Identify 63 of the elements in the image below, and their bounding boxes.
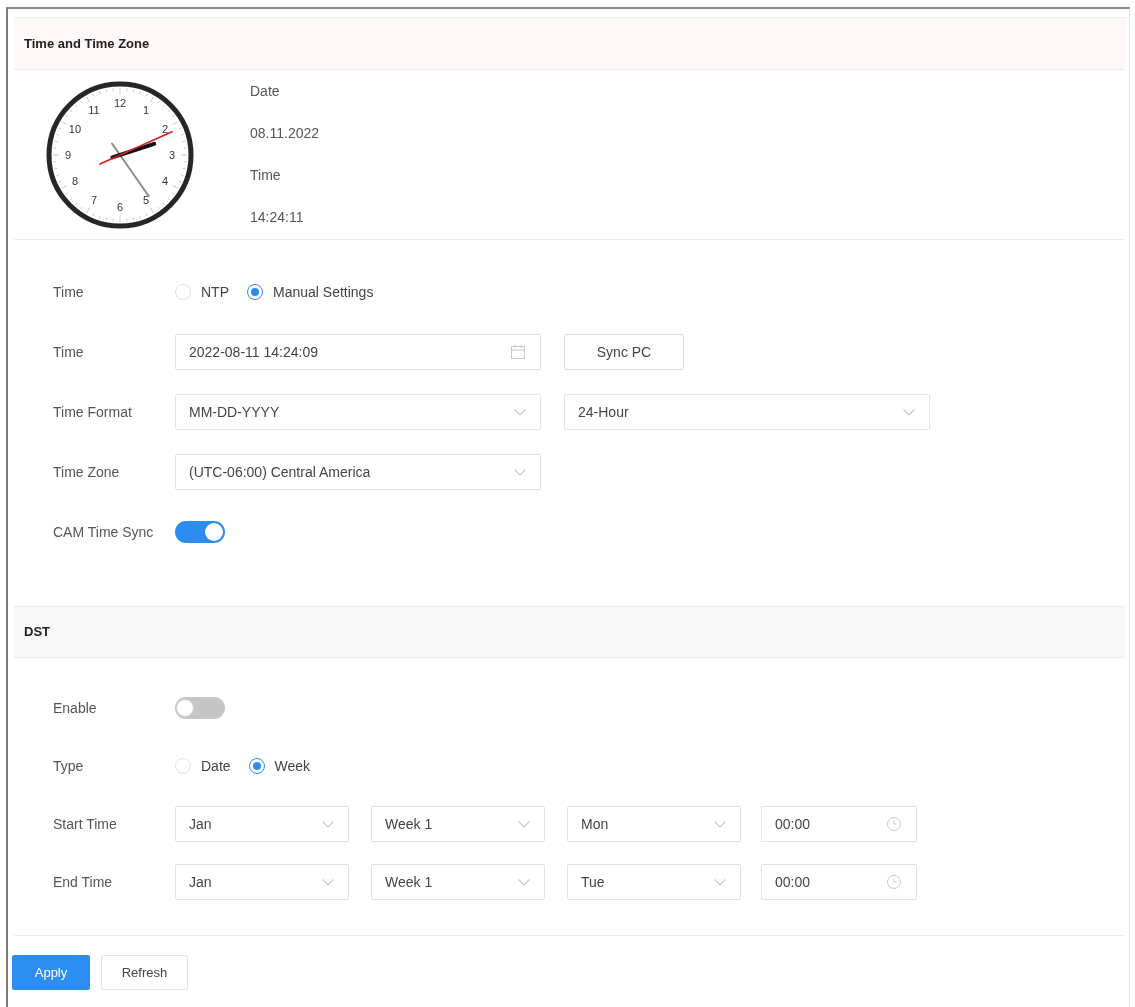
dropdown[interactable]: 24-Hour [564,394,930,430]
clock-icon [887,817,901,831]
time-value: 14:24:11 [250,208,305,227]
chevron-down-icon [514,408,526,416]
clock-numeral: 7 [90,194,98,207]
dropdown[interactable]: Week 1 [371,864,545,900]
field-label: End Time [53,872,114,892]
radio-option[interactable]: Week [248,755,311,777]
clock-numeral: 9 [64,149,72,161]
chevron-down-icon [514,468,526,476]
time-field[interactable]: 00:00 [761,864,917,900]
chevron-down-icon [322,878,334,886]
dropdown[interactable]: Jan [175,806,349,842]
chevron-down-icon [518,820,530,828]
clock-numeral: 11 [88,103,100,116]
chevron-down-icon [714,820,726,828]
dropdown[interactable]: MM-DD-YYYY [175,394,541,430]
toggle-switch[interactable] [175,521,225,543]
info-label: Time [250,166,282,185]
radio-option[interactable]: Date [175,755,231,777]
field-label: Time Zone [53,462,121,482]
refresh-button[interactable]: Refresh [101,955,188,990]
field-label: CAM Time Sync [53,522,155,542]
clock-numeral: 1 [142,103,150,116]
field-label: Start Time [53,814,118,834]
time-field[interactable]: 00:00 [761,806,917,842]
minute-hand [110,142,150,197]
dropdown[interactable]: Tue [567,864,741,900]
clock-numeral: 4 [161,175,169,187]
hour-hand [110,141,157,160]
radio-icon[interactable] [247,284,263,300]
chevron-down-icon [714,878,726,886]
dropdown[interactable]: Jan [175,864,349,900]
section-title: DST [24,623,50,642]
clock-numeral: 5 [142,194,150,207]
clock-icon [887,875,901,889]
field-label: Enable [53,698,98,718]
radio-option[interactable]: NTP [175,281,229,303]
field-label: Type [53,756,85,776]
sync-pc-button[interactable]: Sync PC [564,334,684,370]
calendar-icon [511,345,525,359]
section-title: Time and Time Zone [24,34,150,53]
datetime-field[interactable]: 2022-08-11 14:24:09 [175,334,541,370]
clock-numeral: 10 [68,123,82,135]
clock-numeral: 12 [113,97,127,109]
toggle-switch[interactable] [175,697,225,719]
chevron-down-icon [903,408,915,416]
dropdown[interactable]: Mon [567,806,741,842]
field-label: Time [53,282,85,302]
clock-numeral: 6 [116,201,124,213]
date-value: 08.11.2022 [250,124,320,143]
dropdown[interactable]: (UTC-06:00) Central America [175,454,541,490]
chevron-down-icon [518,878,530,886]
clock-numeral: 2 [161,123,169,135]
chevron-down-icon [322,820,334,828]
field-label: Time [53,342,85,362]
radio-icon[interactable] [248,758,265,774]
clock-numeral: 8 [71,175,79,187]
dropdown[interactable]: Week 1 [371,806,545,842]
radio-option[interactable]: Manual Settings [247,281,374,303]
field-label: Time Format [53,402,133,422]
info-label: Date [250,82,281,101]
clock-numeral: 3 [168,149,176,161]
